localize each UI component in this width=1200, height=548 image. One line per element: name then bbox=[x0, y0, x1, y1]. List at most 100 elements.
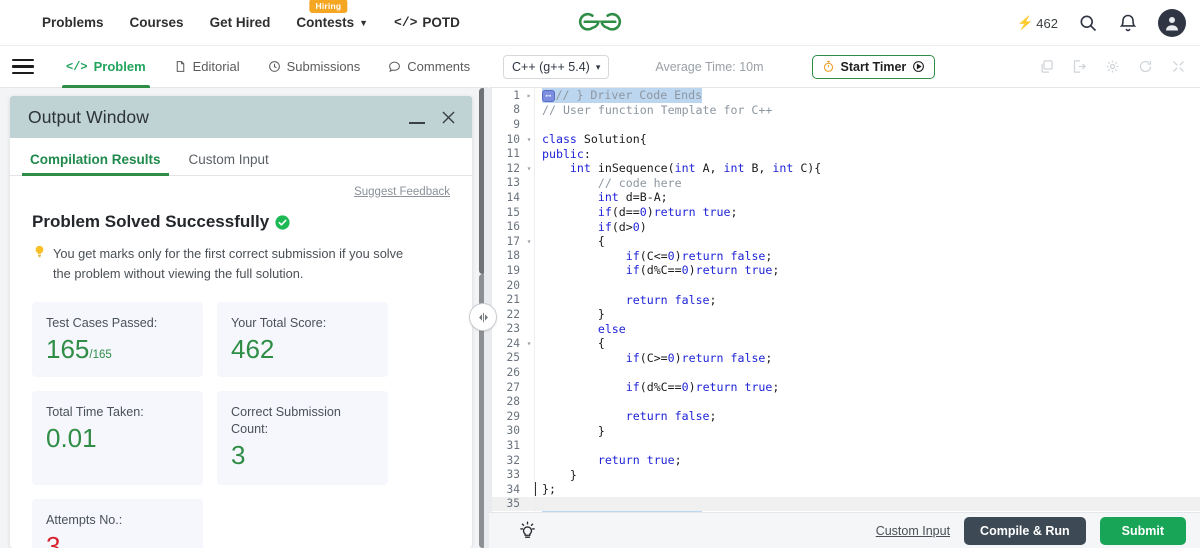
code-text[interactable]: if(d%C==0)return true; bbox=[542, 263, 780, 277]
tab-comments[interactable]: Comments bbox=[374, 46, 484, 88]
fold-toggle-icon[interactable]: ▾ bbox=[524, 339, 534, 348]
nav-item-get-hired[interactable]: Get Hired bbox=[210, 15, 271, 30]
notification-bell-icon[interactable] bbox=[1118, 13, 1138, 33]
code-text[interactable]: }; bbox=[542, 482, 556, 496]
output-tab-custom-input[interactable]: Custom Input bbox=[175, 152, 283, 175]
code-line[interactable]: 18 if(C<=0)return false; bbox=[492, 249, 1200, 264]
close-icon[interactable] bbox=[439, 108, 458, 127]
code-line[interactable]: 26 bbox=[492, 365, 1200, 380]
code-line[interactable]: 32 return true; bbox=[492, 453, 1200, 468]
code-line[interactable]: 10 ▾ class Solution{ bbox=[492, 132, 1200, 147]
code-text[interactable]: ⟷// } Driver Code Ends bbox=[542, 88, 703, 103]
fold-toggle-icon[interactable]: ▸ bbox=[524, 91, 534, 100]
start-timer-button[interactable]: Start Timer bbox=[811, 54, 936, 79]
fold-toggle-icon[interactable]: ▾ bbox=[524, 135, 534, 144]
hamburger-menu-icon[interactable] bbox=[12, 55, 34, 79]
code-text[interactable]: } bbox=[542, 424, 605, 438]
code-line[interactable]: 34}; bbox=[492, 482, 1200, 497]
code-text[interactable]: // code here bbox=[542, 176, 682, 190]
code-text[interactable]: if(d==0)return true; bbox=[542, 205, 738, 219]
code-line[interactable]: 28 bbox=[492, 394, 1200, 409]
code-line[interactable]: 22 } bbox=[492, 307, 1200, 322]
code-line[interactable]: 17 ▾ { bbox=[492, 234, 1200, 249]
code-line[interactable]: 25 if(C>=0)return false; bbox=[492, 351, 1200, 366]
code-text[interactable]: // User function Template for C++ bbox=[542, 103, 772, 117]
geeksforgeeks-logo[interactable] bbox=[577, 5, 623, 42]
avatar-glyph bbox=[1166, 17, 1178, 31]
code-fold-widget[interactable]: ⟷ bbox=[542, 89, 555, 102]
stat-label: Test Cases Passed: bbox=[46, 315, 158, 330]
lightbulb-hint-icon[interactable] bbox=[515, 519, 539, 543]
gutter-divider bbox=[534, 88, 535, 512]
code-line[interactable]: 21 return false; bbox=[492, 292, 1200, 307]
code-text[interactable]: return true; bbox=[542, 453, 682, 467]
code-line[interactable]: 13 // code here bbox=[492, 176, 1200, 191]
search-icon[interactable] bbox=[1078, 13, 1098, 33]
fullscreen-icon[interactable] bbox=[1171, 59, 1186, 74]
coin-balance[interactable]: ⚡ 462 bbox=[1017, 15, 1058, 31]
lightbulb-hint-glyph bbox=[519, 521, 535, 538]
fold-toggle-icon[interactable]: ▾ bbox=[524, 164, 534, 173]
export-icon[interactable] bbox=[1072, 59, 1087, 74]
reset-refresh-icon[interactable] bbox=[1138, 59, 1153, 74]
code-text[interactable]: { bbox=[542, 336, 605, 350]
code-line[interactable]: 24 ▾ { bbox=[492, 336, 1200, 351]
code-line[interactable]: 23 else bbox=[492, 322, 1200, 337]
code-line[interactable]: 16 if(d>0) bbox=[492, 219, 1200, 234]
code-line[interactable]: 29 return false; bbox=[492, 409, 1200, 424]
fold-toggle-icon[interactable]: ▾ bbox=[524, 237, 534, 246]
code-line[interactable]: 30 } bbox=[492, 424, 1200, 439]
code-line[interactable]: 20 bbox=[492, 278, 1200, 293]
code-line[interactable]: 9 bbox=[492, 117, 1200, 132]
code-text[interactable]: return false; bbox=[542, 293, 717, 307]
code-line[interactable]: 14 int d=B-A; bbox=[492, 190, 1200, 205]
code-editor[interactable]: 1 ▸ ⟷// } Driver Code Ends 8 // User functio… bbox=[492, 88, 1200, 512]
tab-editorial[interactable]: Editorial bbox=[160, 46, 254, 88]
code-line[interactable]: 8 // User function Template for C++ bbox=[492, 103, 1200, 118]
code-line[interactable]: 11 public: bbox=[492, 146, 1200, 161]
code-text[interactable]: return false; bbox=[542, 409, 717, 423]
code-text[interactable]: } bbox=[542, 468, 577, 482]
submit-button[interactable]: Submit bbox=[1099, 516, 1186, 545]
code-text[interactable]: int d=B-A; bbox=[542, 190, 668, 204]
language-select[interactable]: C++ (g++ 5.4) ▾ bbox=[503, 54, 610, 79]
copy-icon[interactable] bbox=[1039, 59, 1054, 74]
tab-label: Editorial bbox=[192, 59, 240, 74]
code-line[interactable]: 35 bbox=[492, 496, 1200, 512]
code-line[interactable]: 1 ▸ ⟷// } Driver Code Ends bbox=[492, 88, 1200, 103]
code-text[interactable]: if(d%C==0)return true; bbox=[542, 380, 780, 394]
output-window-body: Suggest Feedback Problem Solved Successf… bbox=[10, 176, 472, 548]
code-lines[interactable]: 1 ▸ ⟷// } Driver Code Ends 8 // User functio… bbox=[492, 88, 1200, 512]
code-text[interactable]: int inSequence(int A, int B, int C){ bbox=[542, 161, 821, 175]
stat-suffix: /165 bbox=[89, 348, 112, 361]
nav-item-problems[interactable]: Problems bbox=[42, 15, 104, 30]
code-text[interactable]: if(C>=0)return false; bbox=[542, 351, 773, 365]
code-line[interactable]: 31 bbox=[492, 438, 1200, 453]
code-text[interactable]: } bbox=[542, 307, 605, 321]
output-tab-compilation-results[interactable]: Compilation Results bbox=[16, 152, 175, 176]
code-line[interactable]: 33 } bbox=[492, 467, 1200, 482]
suggest-feedback-link[interactable]: Suggest Feedback bbox=[32, 186, 450, 198]
nav-item-potd[interactable]: </> POTD bbox=[394, 15, 460, 30]
code-text[interactable]: public: bbox=[542, 147, 591, 161]
code-line[interactable]: 27 if(d%C==0)return true; bbox=[492, 380, 1200, 395]
compile-and-run-button[interactable]: Compile & Run bbox=[964, 516, 1086, 545]
settings-gear-icon[interactable] bbox=[1105, 59, 1120, 74]
minimize-icon[interactable] bbox=[409, 122, 425, 124]
code-text[interactable]: if(d>0) bbox=[542, 220, 647, 234]
code-text[interactable]: else bbox=[542, 322, 626, 336]
user-avatar-icon[interactable] bbox=[1158, 9, 1186, 37]
code-line[interactable]: 19 if(d%C==0)return true; bbox=[492, 263, 1200, 278]
code-text[interactable]: if(C<=0)return false; bbox=[542, 249, 773, 263]
nav-item-courses[interactable]: Courses bbox=[130, 15, 184, 30]
code-text[interactable]: { bbox=[542, 234, 605, 248]
custom-input-link[interactable]: Custom Input bbox=[876, 524, 950, 538]
output-window-actions bbox=[409, 108, 458, 127]
tab-submissions[interactable]: Submissions bbox=[254, 46, 375, 88]
code-text[interactable]: class Solution{ bbox=[542, 132, 647, 146]
panel-splitter-handle[interactable] bbox=[469, 303, 497, 331]
tab-problem[interactable]: </> Problem bbox=[52, 46, 160, 88]
code-line[interactable]: 15 if(d==0)return true; bbox=[492, 205, 1200, 220]
nav-item-contests[interactable]: Hiring Contests ▼ bbox=[296, 0, 368, 30]
code-line[interactable]: 12 ▾ int inSequence(int A, int B, int C){ bbox=[492, 161, 1200, 176]
